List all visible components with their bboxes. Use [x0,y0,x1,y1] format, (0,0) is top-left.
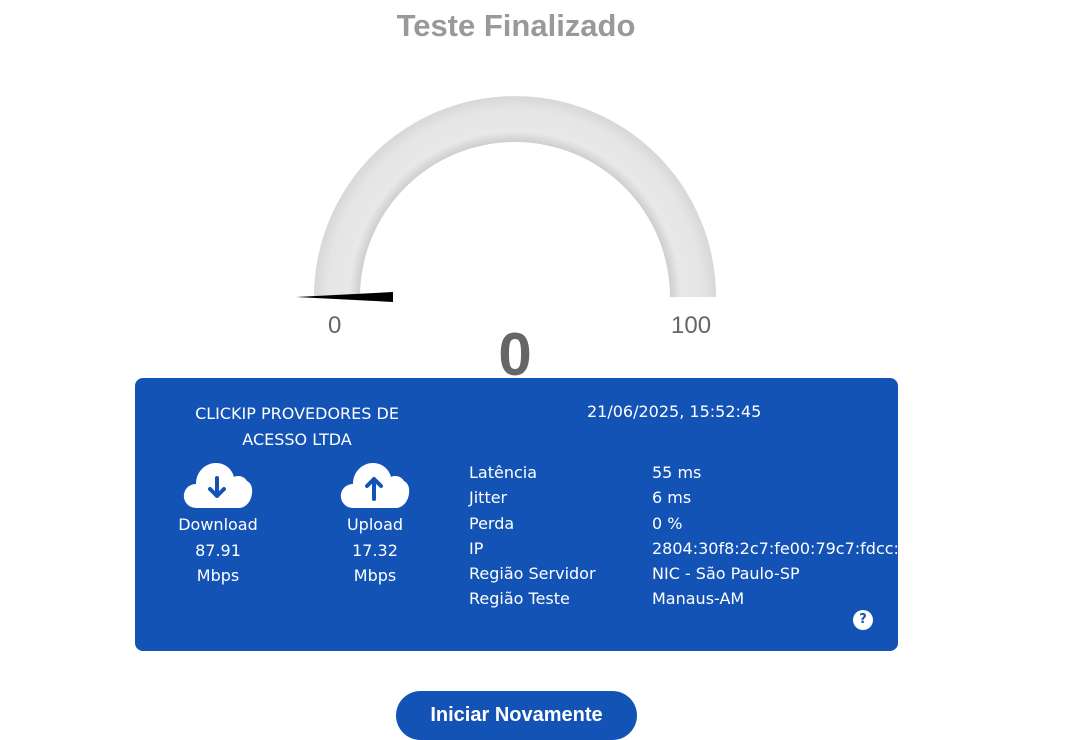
help-icon[interactable]: ? [853,610,873,630]
detail-key: Perda [469,513,515,533]
detail-key: Região Teste [469,589,570,609]
download-result: Download 87.91 Mbps [158,460,278,589]
cloud-upload-icon [340,463,410,508]
cloud-download-icon [183,463,253,508]
upload-value: 17.32 [352,540,398,560]
detail-value: 55 ms [652,463,702,482]
gauge-max-label: 100 [671,312,712,339]
gauge-graphic [296,96,716,302]
detail-key: Jitter [469,488,508,508]
gauge-min-label: 0 [328,312,342,339]
detail-value: Manaus-AM [652,589,745,609]
detail-value: NIC - São Paulo-SP [652,564,800,584]
upload-label: Upload [346,515,404,534]
detail-key: IP [469,538,484,558]
detail-key: Região Servidor [469,564,596,584]
restart-test-button[interactable]: Iniciar Novamente [396,691,637,740]
detail-key: Latência [469,463,538,482]
provider-name: CLICKIP PROVEDORES DE ACESSO LTDA [195,404,399,449]
test-datetime: 21/06/2025, 15:52:45 [587,402,762,421]
result-card: CLICKIP PROVEDORES DE ACESSO LTDA 21/06/… [135,378,898,651]
speed-test-page: Teste Finalizado 0 0 100 CLICKIP PROVEDO… [0,0,1073,740]
gauge-track [314,96,716,297]
speed-gauge: 0 0 100 [290,90,730,385]
upload-result: Upload 17.32 Mbps [315,460,435,589]
download-label: Download [178,515,258,534]
detail-value: 6 ms [652,488,692,508]
detail-value: 0 % [652,513,683,533]
upload-unit: Mbps [353,566,397,585]
download-unit: Mbps [196,566,240,585]
page-title: Teste Finalizado [396,8,636,43]
download-value: 87.91 [195,540,241,560]
detail-value: 2804:30f8:2c7:fe00:79c7:fdcc:7 [652,538,898,558]
